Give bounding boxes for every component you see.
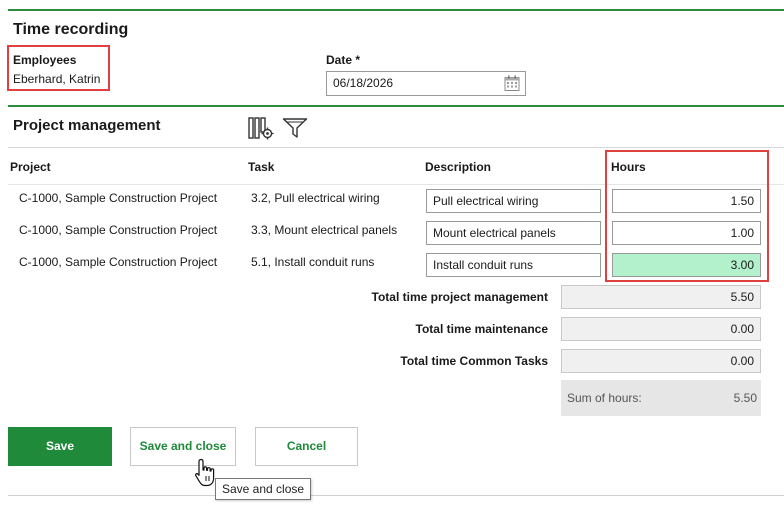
table-header-top (8, 147, 784, 148)
hours-input[interactable]: 1.50 (612, 189, 761, 213)
date-value: 06/18/2026 (333, 76, 394, 90)
sum-label: Sum of hours: (567, 391, 642, 405)
total-label-common: Total time Common Tasks (400, 354, 548, 368)
cancel-button[interactable]: Cancel (255, 427, 358, 466)
col-project: Project (10, 160, 51, 174)
hours-input[interactable]: 1.00 (612, 221, 761, 245)
total-value-maintenance: 0.00 (561, 317, 761, 341)
col-description: Description (425, 160, 492, 174)
save-button[interactable]: Save (8, 427, 112, 466)
columns-settings-icon[interactable] (248, 116, 274, 143)
hours-input-edited[interactable]: 3.00 (612, 253, 761, 277)
row-project: C-1000, Sample Construction Project (19, 223, 218, 237)
description-input[interactable]: Install conduit runs (426, 253, 601, 277)
employees-label: Employees (13, 53, 77, 67)
date-input[interactable]: 06/18/2026 (326, 71, 526, 96)
col-task: Task (248, 160, 275, 174)
sum-value: 5.50 (733, 391, 757, 405)
row-task: 3.3, Mount electrical panels (251, 223, 398, 237)
top-divider (8, 9, 784, 11)
description-input[interactable]: Pull electrical wiring (426, 189, 601, 213)
total-label-project: Total time project management (371, 290, 548, 304)
employees-value: Eberhard, Katrin (13, 72, 101, 86)
date-label: Date * (326, 53, 361, 67)
total-label-maintenance: Total time maintenance (415, 322, 548, 336)
description-input[interactable]: Mount electrical panels (426, 221, 601, 245)
section-title: Project management (13, 117, 161, 134)
filter-icon[interactable] (282, 117, 308, 142)
page-title: Time recording (13, 21, 129, 38)
save-and-close-button[interactable]: Save and close (130, 427, 236, 466)
section-divider (8, 105, 784, 107)
row-project: C-1000, Sample Construction Project (19, 191, 218, 205)
total-value-common: 0.00 (561, 349, 761, 373)
bottom-divider (8, 495, 784, 496)
row-project: C-1000, Sample Construction Project (19, 255, 218, 269)
row-task: 5.1, Install conduit runs (251, 255, 375, 269)
tooltip: Save and close (215, 478, 312, 500)
row-task: 3.2, Pull electrical wiring (251, 191, 380, 205)
sum-of-hours: Sum of hours: 5.50 (561, 380, 761, 416)
calendar-icon[interactable] (504, 75, 520, 99)
total-value-project: 5.50 (561, 285, 761, 309)
